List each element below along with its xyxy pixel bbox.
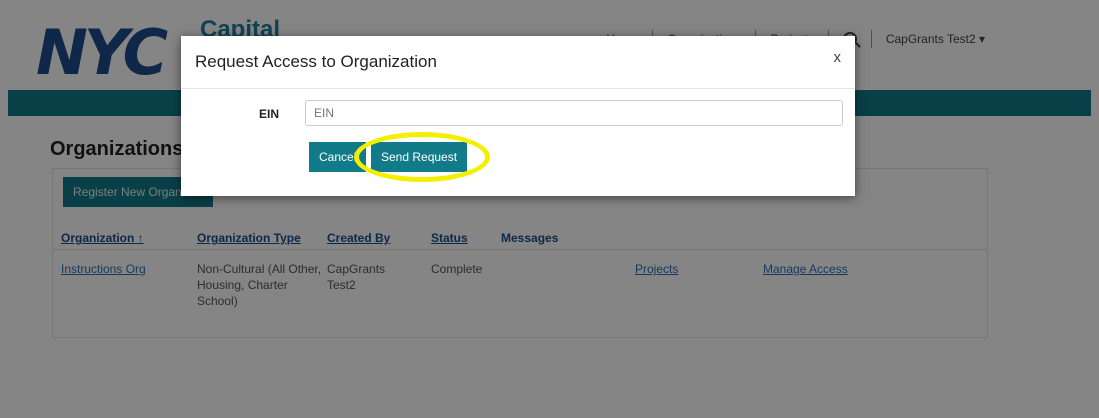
close-icon[interactable]: x bbox=[834, 49, 842, 66]
ein-label: EIN bbox=[259, 107, 280, 121]
request-access-modal: Request Access to Organization x EIN Can… bbox=[181, 36, 855, 196]
ein-input[interactable] bbox=[305, 100, 843, 126]
modal-title: Request Access to Organization bbox=[195, 52, 437, 71]
modal-header: Request Access to Organization x bbox=[181, 36, 855, 89]
highlight-circle bbox=[354, 132, 490, 182]
